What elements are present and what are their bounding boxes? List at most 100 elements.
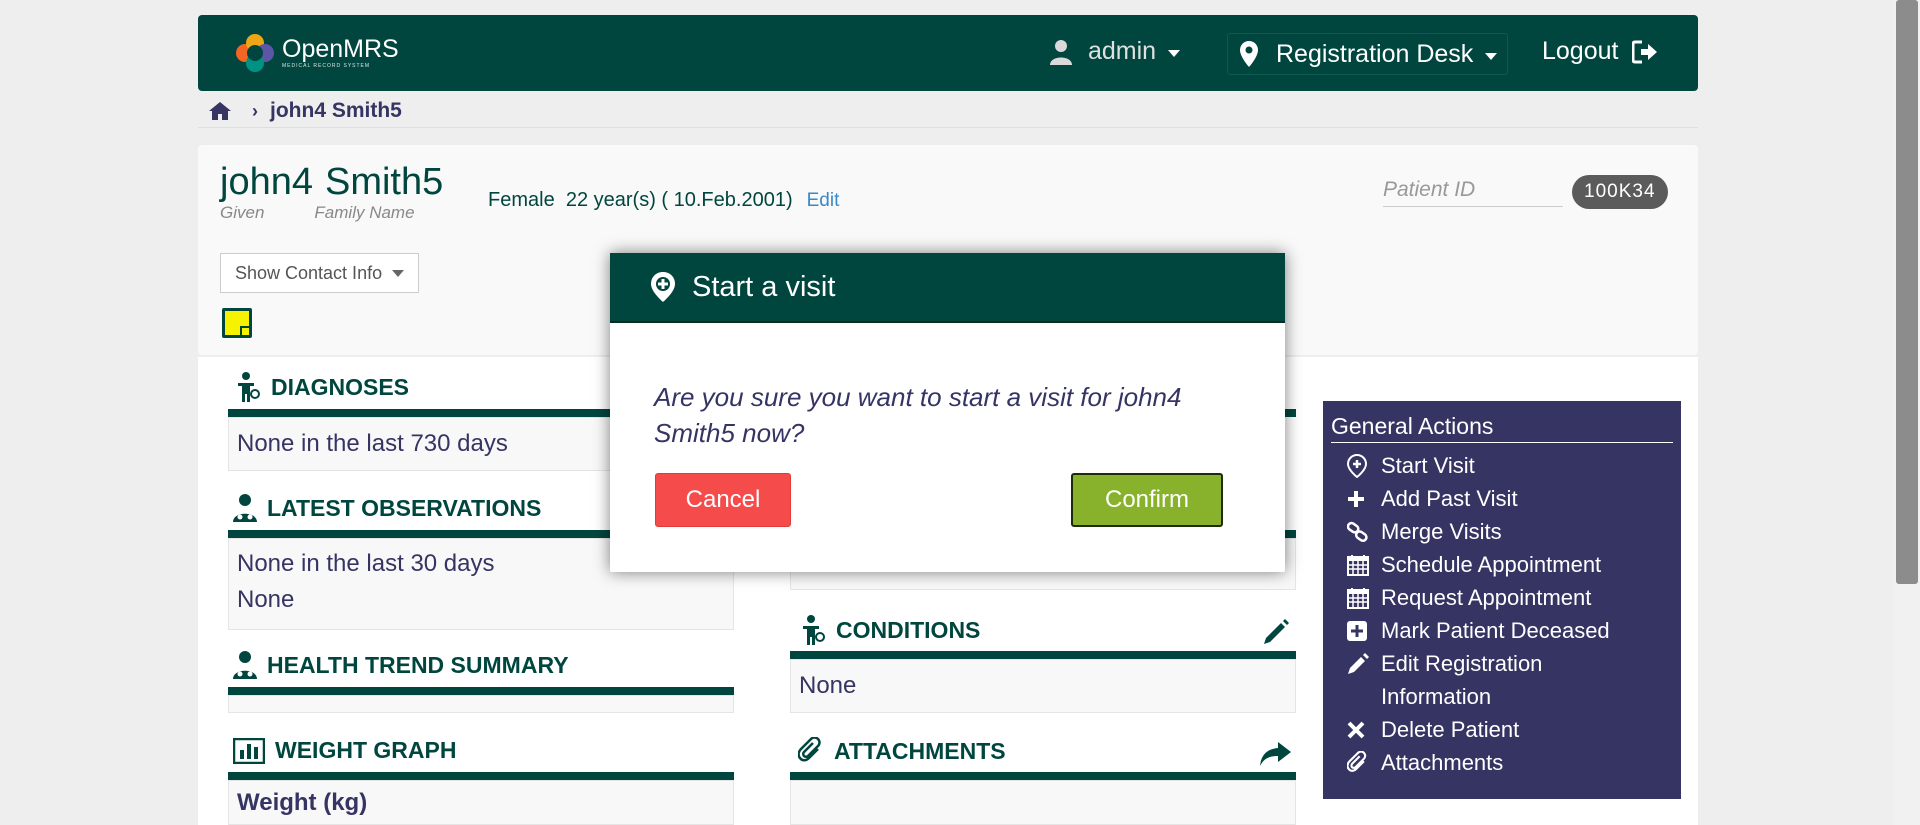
given-label: Given bbox=[220, 203, 265, 222]
top-header: OpenMRS MEDICAL RECORD SYSTEM admin Regi… bbox=[198, 15, 1698, 91]
patient-id-badge: 100K34 bbox=[1572, 175, 1668, 209]
bar-chart-icon bbox=[233, 737, 265, 764]
plus-icon bbox=[1347, 482, 1381, 515]
health-trend-title: HEALTH TREND SUMMARY bbox=[233, 651, 569, 679]
home-icon[interactable] bbox=[208, 101, 232, 121]
observations-title: LATEST OBSERVATIONS bbox=[233, 494, 541, 522]
diagnoses-title-text: DIAGNOSES bbox=[271, 373, 410, 400]
sticky-note-icon[interactable] bbox=[222, 308, 252, 338]
family-name-label: Family Name bbox=[314, 203, 415, 222]
user-name: admin bbox=[1088, 37, 1157, 65]
close-icon bbox=[1347, 713, 1381, 746]
logout-label: Logout bbox=[1542, 37, 1619, 65]
dialog-header: Start a visit bbox=[610, 253, 1285, 323]
action-start-visit[interactable]: Start Visit bbox=[1331, 449, 1673, 482]
action-label: Add Past Visit bbox=[1381, 486, 1518, 511]
action-request-appointment[interactable]: Request Appointment bbox=[1331, 581, 1673, 614]
diagnosis-icon bbox=[798, 615, 826, 645]
calendar-icon bbox=[1347, 581, 1381, 614]
observations-line-2: None bbox=[237, 586, 295, 613]
cancel-button[interactable]: Cancel bbox=[655, 473, 791, 527]
patient-demographics: Female 22 year(s) ( 10.Feb.2001) Edit bbox=[488, 189, 839, 212]
diagnosis-icon bbox=[233, 372, 261, 402]
patient-gender: Female bbox=[488, 189, 555, 211]
start-visit-icon bbox=[650, 271, 676, 303]
action-delete-patient[interactable]: Delete Patient bbox=[1331, 713, 1673, 746]
chevron-down-icon bbox=[1168, 50, 1181, 57]
action-label: Schedule Appointment bbox=[1381, 552, 1602, 577]
openmrs-logo-mark bbox=[236, 34, 274, 72]
patient-family-name: Smith5 bbox=[324, 161, 444, 203]
logo-name: OpenMRS bbox=[282, 35, 399, 63]
openmrs-logo[interactable]: OpenMRS MEDICAL RECORD SYSTEM bbox=[236, 34, 399, 72]
user-icon bbox=[1050, 39, 1072, 65]
breadcrumb: › john4 Smith5 bbox=[208, 96, 402, 126]
weight-graph-title-text: WEIGHT GRAPH bbox=[275, 737, 457, 763]
action-add-past-visit[interactable]: Add Past Visit bbox=[1331, 482, 1673, 515]
conditions-title: CONDITIONS bbox=[798, 615, 980, 645]
conditions-title-text: CONDITIONS bbox=[836, 616, 981, 643]
calendar-icon bbox=[1347, 548, 1381, 581]
attachments-bar bbox=[790, 772, 1296, 780]
show-contact-info-label: Show Contact Info bbox=[235, 262, 383, 283]
paperclip-icon bbox=[1347, 746, 1381, 779]
weight-graph-body: Weight (kg) bbox=[228, 780, 734, 825]
conditions-bar bbox=[790, 651, 1296, 659]
action-edit-registration[interactable]: Edit Registration Information bbox=[1331, 647, 1673, 713]
start-visit-dialog: Start a visit Are you sure you want to s… bbox=[610, 253, 1285, 572]
breadcrumb-current: john4 Smith5 bbox=[270, 99, 402, 122]
action-label: Merge Visits bbox=[1381, 519, 1502, 544]
doctor-icon bbox=[233, 651, 257, 679]
plus-square-icon bbox=[1347, 614, 1381, 647]
observations-title-text: LATEST OBSERVATIONS bbox=[267, 494, 542, 521]
pencil-icon[interactable] bbox=[1262, 618, 1290, 651]
action-label: Request Appointment bbox=[1381, 585, 1592, 610]
chevron-down-icon bbox=[1485, 52, 1498, 60]
confirm-button[interactable]: Confirm bbox=[1071, 473, 1223, 527]
logout-icon bbox=[1632, 40, 1658, 64]
patient-age-dob: 22 year(s) ( 10.Feb.2001) bbox=[565, 189, 793, 211]
action-label: Edit Registration Information bbox=[1381, 651, 1543, 709]
chevron-right-icon: › bbox=[252, 100, 258, 121]
start-visit-icon bbox=[1347, 449, 1381, 482]
location-name: Registration Desk bbox=[1276, 39, 1474, 68]
show-contact-info-button[interactable]: Show Contact Info bbox=[220, 253, 420, 293]
logout-link[interactable]: Logout bbox=[1542, 37, 1658, 66]
scrollbar-thumb[interactable] bbox=[1896, 0, 1918, 584]
action-label: Start Visit bbox=[1381, 453, 1475, 478]
conditions-body: None bbox=[790, 659, 1296, 713]
action-label: Attachments bbox=[1381, 750, 1504, 775]
location-menu[interactable]: Registration Desk bbox=[1227, 33, 1509, 75]
logo-subtitle: MEDICAL RECORD SYSTEM bbox=[282, 63, 371, 69]
weight-graph-title: WEIGHT GRAPH bbox=[233, 737, 456, 764]
attachments-title: ATTACHMENTS bbox=[798, 737, 1006, 765]
diagnoses-title: DIAGNOSES bbox=[233, 372, 409, 402]
health-trend-body bbox=[228, 695, 734, 713]
general-actions-panel: General Actions Start Visit Add Past Vis… bbox=[1323, 401, 1681, 799]
dialog-question: Are you sure you want to start a visit f… bbox=[654, 382, 1182, 448]
attachments-body bbox=[790, 780, 1296, 825]
page-scrollbar[interactable] bbox=[1894, 0, 1920, 825]
map-marker-icon bbox=[1240, 41, 1258, 67]
paperclip-icon bbox=[798, 737, 824, 765]
user-menu[interactable]: admin bbox=[1050, 37, 1181, 66]
health-trend-title-text: HEALTH TREND SUMMARY bbox=[267, 651, 569, 678]
breadcrumb-divider bbox=[198, 127, 1698, 128]
action-label: Mark Patient Deceased bbox=[1381, 618, 1610, 643]
action-mark-patient-deceased[interactable]: Mark Patient Deceased bbox=[1331, 614, 1673, 647]
caret-down-icon bbox=[392, 269, 405, 277]
action-attachments[interactable]: Attachments bbox=[1331, 746, 1673, 779]
dialog-title: Start a visit bbox=[692, 270, 836, 303]
link-icon bbox=[1347, 515, 1381, 548]
share-arrow-icon[interactable] bbox=[1258, 740, 1292, 773]
weight-graph-bar bbox=[228, 772, 734, 780]
action-label: Delete Patient bbox=[1381, 717, 1520, 742]
edit-demographics-link[interactable]: Edit bbox=[807, 190, 840, 211]
patient-given-name: john4 bbox=[220, 161, 313, 203]
action-schedule-appointment[interactable]: Schedule Appointment bbox=[1331, 548, 1673, 581]
pencil-icon bbox=[1347, 647, 1381, 680]
patient-id-label: Patient ID bbox=[1383, 178, 1563, 207]
name-labels: Given Family Name bbox=[220, 203, 415, 223]
action-merge-visits[interactable]: Merge Visits bbox=[1331, 515, 1673, 548]
health-trend-bar bbox=[228, 687, 734, 695]
